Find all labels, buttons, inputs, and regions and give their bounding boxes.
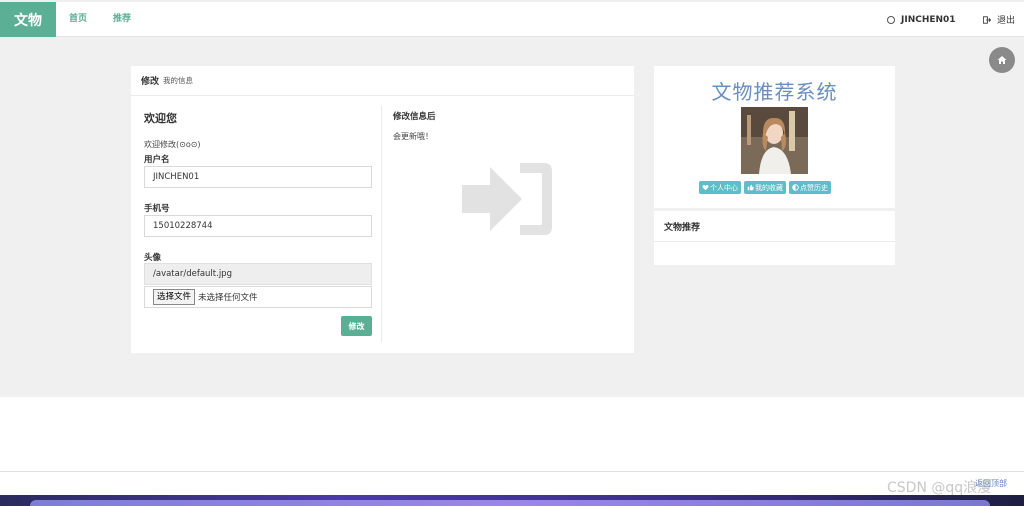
choose-file-button[interactable]: 选择文件 — [153, 289, 196, 305]
recommend-header: 文物推荐 — [654, 211, 895, 242]
tag-like-history[interactable]: 点赞历史 — [789, 181, 831, 194]
welcome-text: 欢迎修改(⊙o⊙) — [144, 140, 201, 149]
half-circle-icon — [792, 184, 799, 191]
username-input[interactable]: JINCHEN01 — [144, 166, 372, 188]
top-navbar: 文物 首页 推荐 JINCHEN01 退出 — [0, 0, 1024, 37]
avatar — [741, 107, 808, 174]
user-circle-icon — [887, 15, 895, 24]
back-to-top-link[interactable]: 返回顶部 — [975, 478, 1007, 489]
tag-profile[interactable]: 个人中心 — [699, 181, 741, 194]
sign-in-icon — [462, 163, 552, 235]
tag-like-history-label: 点赞历史 — [800, 183, 828, 192]
column-divider — [381, 106, 382, 342]
taskbar-dock — [30, 500, 990, 506]
tag-favorites-label: 我的收藏 — [755, 183, 783, 192]
tag-profile-label: 个人中心 — [710, 183, 738, 192]
file-status: 未选择任何文件 — [198, 293, 258, 303]
phone-input[interactable]: 15010228744 — [144, 215, 372, 237]
info-title: 修改信息后 — [393, 112, 436, 122]
footer-divider — [0, 471, 1024, 472]
home-icon — [997, 56, 1007, 64]
panel-header: 修改 我的信息 — [131, 66, 634, 96]
system-title: 文物推荐系统 — [711, 80, 838, 104]
logout-icon — [983, 15, 991, 24]
tag-favorites[interactable]: 我的收藏 — [744, 181, 786, 194]
float-home-button[interactable] — [989, 47, 1015, 73]
nav-user-menu[interactable]: JINCHEN01 — [887, 2, 956, 37]
avatar-file-picker: 选择文件 未选择任何文件 — [144, 286, 372, 308]
phone-label: 手机号 — [144, 204, 170, 214]
info-column: 修改信息后 会更新哦！ — [393, 110, 436, 142]
info-text: 会更新哦！ — [393, 132, 433, 141]
nav-home-link[interactable]: 首页 — [69, 2, 87, 37]
thumbs-up-icon — [747, 184, 754, 191]
profile-form: 欢迎您 欢迎修改(⊙o⊙) 用户名 JINCHEN01 手机号 15010228… — [144, 110, 372, 336]
avatar-label: 头像 — [144, 253, 162, 263]
avatar-photo — [741, 107, 808, 174]
edit-profile-panel: 修改 我的信息 欢迎您 欢迎修改(⊙o⊙) 用户名 JINCHEN01 手机号 … — [131, 66, 634, 353]
logout-label: 退出 — [997, 16, 1016, 26]
panel-title: 修改 — [141, 77, 160, 87]
nav-username: JINCHEN01 — [901, 14, 956, 25]
panel-subtitle: 我的信息 — [163, 76, 194, 85]
submit-button[interactable]: 修改 — [341, 316, 372, 336]
avatar-path-input: /avatar/default.jpg — [144, 263, 372, 285]
user-sidebar-panel: 文物推荐系统 个人中心 我的收藏 点赞历史 文物推荐 — [654, 66, 895, 265]
logout-button[interactable]: 退出 — [983, 2, 1015, 37]
brand-logo[interactable]: 文物 — [0, 2, 56, 37]
heart-icon — [702, 184, 709, 191]
username-label: 用户名 — [144, 155, 170, 165]
welcome-title: 欢迎您 — [144, 112, 177, 125]
nav-recommend-link[interactable]: 推荐 — [113, 2, 131, 37]
sidebar-tags: 个人中心 我的收藏 点赞历史 — [699, 181, 831, 194]
